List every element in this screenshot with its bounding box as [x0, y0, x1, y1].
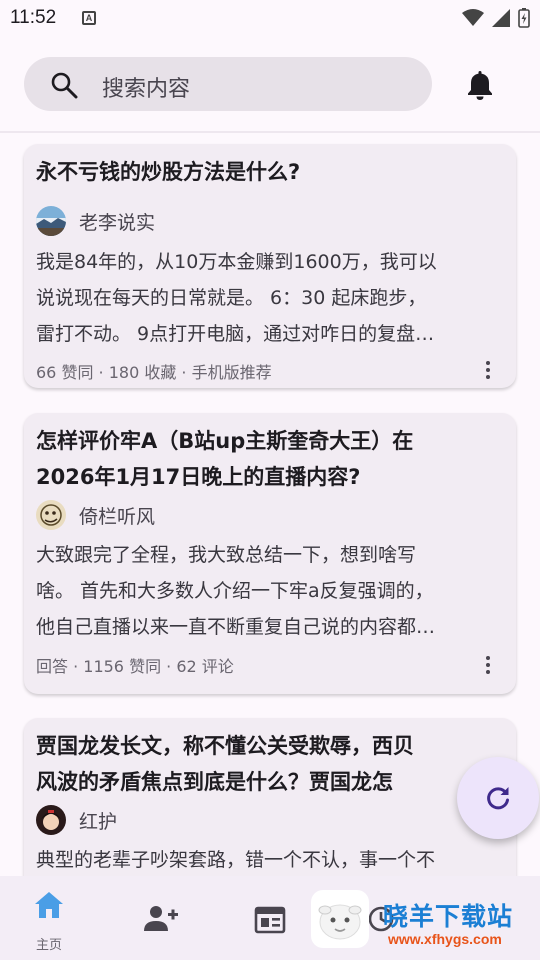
- card-excerpt[interactable]: 大致跟完了全程，我大致总结一下，想到啥写 啥。 首先和大多数人介绍一下牢a反复强…: [36, 537, 501, 645]
- title-line: 风波的矛盾焦点到底是什么？贾国龙怎: [36, 770, 393, 794]
- author-row[interactable]: 老李说实: [36, 206, 155, 236]
- avatar[interactable]: [36, 206, 66, 236]
- content-feed[interactable]: 永不亏钱的炒股方法是什么? 老李说实 我是84年的，从10万本金赚到1600万，…: [0, 133, 540, 876]
- watermark-url: www.xfhygs.com: [388, 931, 502, 947]
- card-meta: 回答 · 1156 赞同 · 62 评论: [36, 657, 234, 676]
- excerpt-line: 大致跟完了全程，我大致总结一下，想到啥写: [36, 544, 417, 566]
- author-name[interactable]: 老李说实: [79, 208, 155, 235]
- home-icon: [35, 892, 63, 918]
- bottom-navigation: 主页 晓羊下载站 www.xfhygs.com: [0, 876, 540, 960]
- author-row[interactable]: 倚栏听风: [36, 500, 155, 530]
- title-line: 2026年1月17日晚上的直播内容?: [36, 465, 361, 489]
- feed-card[interactable]: 贾国龙发长文，称不懂公关受欺辱，西贝 风波的矛盾焦点到底是什么？贾国龙怎 红护 …: [24, 718, 516, 876]
- refresh-icon: [487, 787, 509, 810]
- status-bar: 11:52 A: [0, 0, 540, 36]
- card-title[interactable]: 贾国龙发长文，称不懂公关受欺辱，西贝 风波的矛盾焦点到底是什么？贾国龙怎: [36, 728, 496, 800]
- title-line: 怎样评价牢A（B站up主斯奎奇大王）在: [36, 429, 414, 453]
- excerpt-line: 我是84年的，从10万本金赚到1600万，我可以: [36, 251, 437, 273]
- watermark-text: 晓羊下载站: [383, 902, 514, 931]
- nav-label-home: 主页: [36, 938, 63, 953]
- author-row[interactable]: 红护: [36, 805, 117, 835]
- more-options-icon[interactable]: [486, 656, 490, 677]
- card-excerpt[interactable]: 典型的老辈子吵架套路，错一个不认，事一个不: [36, 842, 501, 876]
- card-meta: 66 赞同 · 180 收藏 · 手机版推荐: [36, 363, 272, 382]
- card-title[interactable]: 怎样评价牢A（B站up主斯奎奇大王）在 2026年1月17日晚上的直播内容?: [36, 423, 496, 495]
- add-person-icon: [144, 906, 178, 931]
- excerpt-line: 雷打不动。 9点打开电脑，通过对咋日的复盘…: [36, 323, 435, 345]
- battery-icon: [518, 8, 530, 28]
- title-line: 贾国龙发长文，称不懂公关受欺辱，西贝: [36, 734, 414, 758]
- status-time: 11:52: [10, 7, 57, 28]
- author-name[interactable]: 红护: [79, 807, 117, 834]
- avatar[interactable]: [36, 500, 66, 530]
- more-options-icon[interactable]: [486, 361, 490, 382]
- excerpt-line: 说说现在每天的日常就是。 6：30 起床跑步，: [36, 287, 427, 309]
- signal-icon: [492, 9, 510, 27]
- newspaper-icon: [254, 906, 286, 934]
- nav-item-hot[interactable]: [238, 876, 302, 960]
- nav-item-follow[interactable]: [128, 876, 192, 960]
- notification-a-icon: A: [82, 11, 96, 25]
- card-title[interactable]: 永不亏钱的炒股方法是什么?: [36, 154, 496, 190]
- excerpt-line: 典型的老辈子吵架套路，错一个不认，事一个不: [36, 849, 436, 871]
- status-indicators: [462, 8, 530, 28]
- card-excerpt[interactable]: 我是84年的，从10万本金赚到1600万，我可以 说说现在每天的日常就是。 6：…: [36, 244, 501, 352]
- feed-card[interactable]: 怎样评价牢A（B站up主斯奎奇大王）在 2026年1月17日晚上的直播内容? 倚…: [24, 413, 516, 694]
- bell-icon[interactable]: [465, 69, 495, 101]
- wifi-icon: [462, 9, 484, 26]
- avatar[interactable]: [36, 805, 66, 835]
- excerpt-line: 啥。 首先和大多数人介绍一下牢a反复强调的，: [36, 580, 434, 602]
- refresh-button[interactable]: [457, 757, 539, 839]
- search-icon: [51, 72, 78, 99]
- excerpt-line: 他自己直播以来一直不断重复自己说的内容都…: [36, 616, 436, 638]
- search-input[interactable]: 搜索内容: [102, 71, 190, 103]
- nav-item-home[interactable]: 主页: [18, 876, 82, 960]
- feed-card[interactable]: 永不亏钱的炒股方法是什么? 老李说实 我是84年的，从10万本金赚到1600万，…: [24, 144, 516, 388]
- watermark-logo: [311, 890, 369, 948]
- author-name[interactable]: 倚栏听风: [79, 502, 155, 529]
- search-bar[interactable]: 搜索内容: [24, 57, 432, 111]
